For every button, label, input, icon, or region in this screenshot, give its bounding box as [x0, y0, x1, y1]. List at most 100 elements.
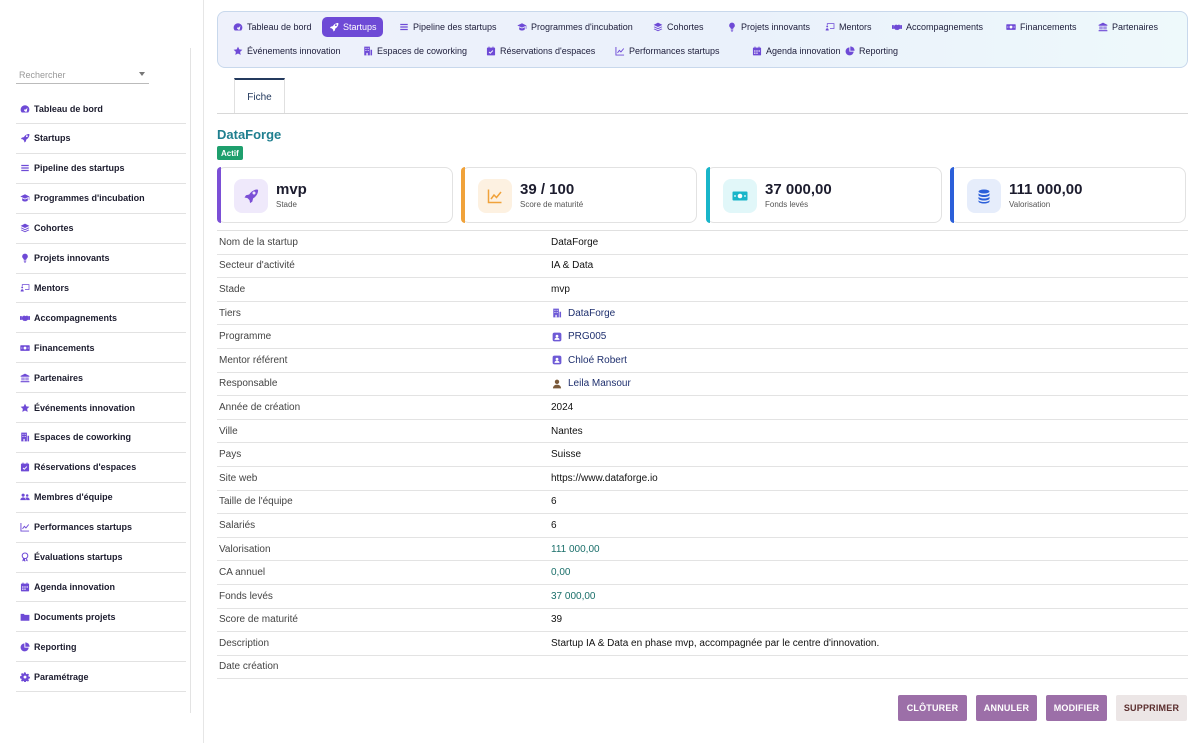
table-row: Ville Nantes [217, 420, 1188, 444]
table-row: Année de création 2024 [217, 396, 1188, 420]
sidebar-item-star[interactable]: Événements innovation [16, 393, 186, 423]
sidebar-item-rocket[interactable]: Startups [16, 124, 186, 154]
sidebar-item-handshake[interactable]: Accompagnements [16, 303, 186, 334]
bank-icon [19, 372, 30, 383]
nav-money[interactable]: Financements [999, 17, 1083, 37]
page-title: DataForge [217, 127, 282, 142]
nav-bank[interactable]: Partenaires [1091, 17, 1164, 37]
sidebar-item-label: Programmes d'incubation [34, 193, 145, 204]
nav-pie-chart[interactable]: Reporting [838, 41, 904, 61]
lightbulb-icon [726, 22, 737, 33]
nav-line-chart[interactable]: Performances startups [608, 41, 726, 61]
nav-label: Événements innovation [247, 46, 341, 56]
sidebar-item-gear[interactable]: Paramétrage [16, 662, 186, 693]
kpi-card: 39 / 100 Score de maturité [461, 167, 697, 223]
handshake-icon [19, 312, 30, 323]
field-label: Programme [219, 331, 272, 343]
coins-icon [976, 188, 992, 204]
user-icon [551, 378, 562, 389]
delete-button[interactable]: SUPPRIMER [1116, 695, 1187, 721]
sidebar-item-chalkboard[interactable]: Mentors [16, 273, 186, 304]
sidebar-item-lightbulb[interactable]: Projets innovants [16, 244, 186, 274]
sidebar-item-calendar-check[interactable]: Réservations d'espaces [16, 453, 186, 483]
nav-label: Projets innovants [741, 22, 811, 32]
nav-label: Reporting [859, 46, 899, 56]
kpi-label: Fonds levés [765, 200, 809, 209]
field-value[interactable]: Leila Mansour [551, 378, 631, 389]
money-icon [732, 188, 748, 204]
nav-building[interactable]: Espaces de coworking [356, 41, 473, 61]
sidebar-item-layers[interactable]: Cohortes [16, 214, 186, 244]
sidebar-item-pie-chart[interactable]: Reporting [16, 632, 186, 663]
cancel-button[interactable]: ANNULER [976, 695, 1037, 721]
table-row: Programme PRG005 [217, 325, 1188, 349]
sidebar-item-graduation-cap[interactable]: Programmes d'incubation [16, 184, 186, 214]
field-value: Nantes [551, 426, 583, 437]
sidebar-item-money[interactable]: Financements [16, 333, 186, 364]
kpi-accent-bar [461, 167, 465, 223]
nav-star[interactable]: Événements innovation [226, 41, 347, 61]
kpi-label: Valorisation [1009, 200, 1051, 209]
status-badge: Actif [217, 146, 243, 160]
nav-label: Mentors [839, 22, 872, 32]
field-value: 6 [551, 520, 557, 531]
nav-bars[interactable]: Pipeline des startups [392, 17, 503, 37]
nav-chalkboard[interactable]: Mentors [818, 17, 878, 37]
field-value[interactable]: Chloé Robert [551, 355, 627, 366]
kpi-accent-bar [217, 167, 221, 223]
sidebar-item-award[interactable]: Évaluations startups [16, 543, 186, 573]
nav-handshake[interactable]: Accompagnements [885, 17, 989, 37]
sidebar-item-gauge[interactable]: Tableau de bord [16, 94, 186, 124]
field-value-text: 111 000,00 [551, 543, 600, 555]
sidebar-item-calendar[interactable]: Agenda innovation [16, 572, 186, 603]
sidebar-item-building[interactable]: Espaces de coworking [16, 423, 186, 453]
sidebar-item-folder[interactable]: Documents projets [16, 602, 186, 633]
field-value: mvp [551, 284, 570, 295]
field-value[interactable]: PRG005 [551, 331, 606, 342]
table-row: Stade mvp [217, 278, 1188, 302]
nav-calendar[interactable]: Agenda innovation [745, 41, 847, 61]
field-label: Tiers [219, 307, 241, 319]
graduation-cap-icon [516, 22, 527, 33]
nav-label: Programmes d'incubation [531, 22, 633, 32]
sidebar-item-bank[interactable]: Partenaires [16, 363, 186, 394]
edit-button[interactable]: MODIFIER [1046, 695, 1107, 721]
kpi-value: mvp [276, 181, 307, 198]
chalkboard-icon [19, 282, 30, 293]
nav-layers[interactable]: Cohortes [646, 17, 710, 37]
tab-fiche[interactable]: Fiche [234, 78, 285, 114]
table-row: Salariés 6 [217, 514, 1188, 538]
sidebar-item-label: Performances startups [34, 522, 133, 533]
field-value-text: Leila Mansour [568, 378, 631, 390]
field-value: 111 000,00 [551, 544, 600, 555]
field-label: Date création [219, 661, 279, 673]
sidebar-item-label: Agenda innovation [34, 581, 115, 592]
sidebar-item-users[interactable]: Membres d'équipe [16, 483, 186, 513]
field-label: Pays [219, 449, 242, 461]
nav-graduation-cap[interactable]: Programmes d'incubation [510, 17, 639, 37]
sidebar-item-label: Événements innovation [34, 402, 136, 413]
field-value-text: 2024 [551, 401, 574, 413]
field-value-text: 6 [551, 496, 557, 508]
nav-calendar-check[interactable]: Réservations d'espaces [479, 41, 601, 61]
graduation-cap-icon [19, 193, 30, 204]
sidebar-item-label: Évaluations startups [34, 552, 123, 562]
table-row: Score de maturité 39 [217, 609, 1188, 633]
search-select[interactable]: Rechercher [16, 66, 149, 84]
kpi-card: 37 000,00 Fonds levés [706, 167, 942, 223]
nav-gauge[interactable]: Tableau de bord [226, 17, 318, 37]
nav-label: Startups [343, 22, 377, 32]
sidebar-item-label: Mentors [34, 282, 70, 293]
nav-lightbulb[interactable]: Projets innovants [720, 17, 816, 37]
star-icon [19, 402, 30, 413]
close-record-button[interactable]: CLÔTURER [898, 695, 967, 721]
field-value-text: DataForge [568, 307, 616, 319]
nav-rocket[interactable]: Startups [322, 17, 383, 37]
sidebar-item-bars[interactable]: Pipeline des startups [16, 154, 186, 184]
field-value[interactable]: DataForge [551, 308, 615, 319]
field-label: Fonds levés [219, 590, 273, 602]
sidebar-item-line-chart[interactable]: Performances startups [16, 513, 186, 543]
kpi-icon-box [234, 179, 268, 213]
sidebar-item-label: Tableau de bord [34, 103, 103, 114]
calendar-check-icon [485, 46, 496, 57]
